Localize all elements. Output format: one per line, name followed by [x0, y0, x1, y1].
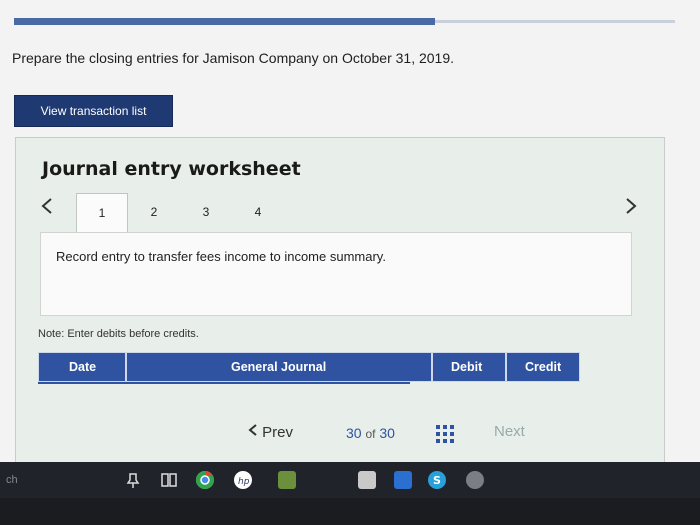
pager: Prev 30 of 30 Next [16, 423, 666, 447]
windows-icon[interactable] [394, 471, 412, 489]
journal-table-header: Date General Journal Debit Credit [38, 352, 580, 382]
prev-label: Prev [262, 424, 294, 441]
tab-4[interactable]: 4 [232, 193, 284, 233]
chevron-left-icon [248, 424, 262, 441]
entry-description: Record entry to transfer fees income to … [56, 249, 386, 264]
taskbar: ch hp S [0, 462, 700, 498]
taskbar-shadow [0, 498, 700, 525]
app2-icon[interactable] [466, 471, 484, 489]
instructions-text: Prepare the closing entries for Jamison … [12, 50, 455, 66]
entry-tabs: 1 2 3 4 [76, 193, 284, 233]
pin-icon[interactable] [124, 471, 142, 489]
store-icon[interactable] [358, 471, 376, 489]
current-page: 30 [346, 425, 362, 441]
column-date: Date [38, 352, 126, 382]
view-transaction-list-button[interactable]: View transaction list [14, 95, 173, 127]
progress-bar-track [435, 20, 675, 23]
table-header-underline [38, 382, 410, 384]
column-credit: Credit [506, 352, 580, 382]
skype-icon[interactable]: S [428, 471, 446, 489]
page-counter: 30 of 30 [346, 425, 395, 441]
tab-3[interactable]: 3 [180, 193, 232, 233]
task-view-icon[interactable] [160, 471, 178, 489]
column-general-journal: General Journal [126, 352, 432, 382]
journal-entry-worksheet: Journal entry worksheet 1 2 3 4 Record e… [15, 137, 665, 465]
tab-2[interactable]: 2 [128, 193, 180, 233]
page-of: of [365, 427, 376, 441]
chevron-left-icon[interactable] [40, 196, 54, 222]
column-debit: Debit [432, 352, 506, 382]
total-pages: 30 [379, 425, 395, 441]
chrome-icon[interactable] [196, 471, 214, 489]
worksheet-title: Journal entry worksheet [42, 158, 301, 180]
next-button[interactable]: Next [494, 423, 525, 440]
hp-icon[interactable]: hp [234, 471, 252, 489]
prev-button[interactable]: Prev [248, 423, 293, 441]
taskbar-label: ch [6, 474, 18, 486]
app-icon[interactable] [278, 471, 296, 489]
tab-1[interactable]: 1 [76, 193, 128, 233]
progress-bar [14, 18, 435, 25]
entry-description-box: Record entry to transfer fees income to … [40, 232, 632, 316]
note-text: Note: Enter debits before credits. [38, 328, 199, 340]
grid-icon[interactable] [436, 425, 454, 443]
chevron-right-icon[interactable] [624, 196, 638, 222]
svg-text:hp: hp [238, 477, 250, 487]
svg-text:S: S [433, 474, 441, 487]
